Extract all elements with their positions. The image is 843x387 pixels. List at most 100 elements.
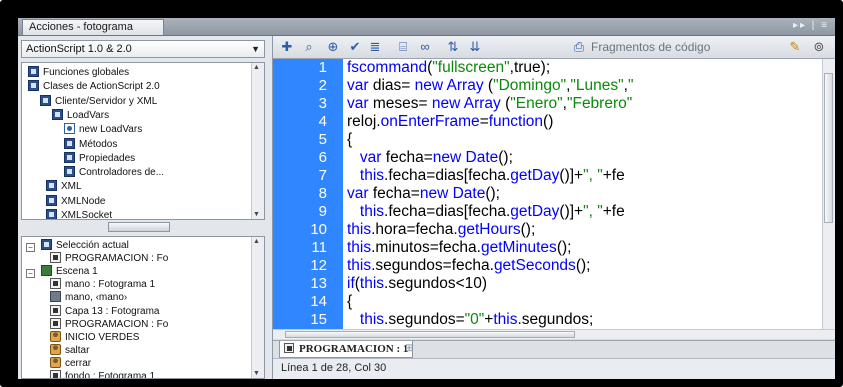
editor-vertical-scrollbar[interactable] [822,59,835,329]
scene-icon [41,265,52,277]
code-line[interactable]: this.segundos=fecha.getSeconds(); [347,257,590,275]
code-line[interactable]: { [347,131,352,149]
code-line[interactable]: var dias= new Array ("Domingo","Lunes"," [347,77,634,95]
line-number-gutter: 1 2 3 4 5 6 7 8 9 10 11 12 13 14 15 [273,59,343,329]
line-number: 4 [318,113,327,130]
title-bar: Acciones - fotograma ▸▸ | ≡ [18,18,835,36]
line-number: 6 [318,149,327,166]
panel-splitter[interactable] [108,222,170,232]
expand-toggle-icon[interactable]: − [26,243,35,252]
navigator-item-label: Selección actual [56,240,129,251]
code-line[interactable]: this.fecha=dias[fecha.getDay()]+", "+fe [347,203,625,221]
library-item-label: Clases de ActionScript 2.0 [43,81,160,93]
code-line[interactable]: reloj.onEnterFrame=function() [347,113,553,131]
help-icon[interactable]: ⊚ [811,39,827,55]
scroll-thumb[interactable] [824,73,833,223]
line-number: 10 [310,221,327,238]
library-item[interactable]: new LoadVars [64,122,264,137]
line-number: 3 [318,95,327,112]
book-icon [28,80,39,92]
add-statement-icon[interactable]: ✚ [279,39,295,55]
code-area[interactable]: fscommand("fullscreen",true); var dias= n… [343,59,823,329]
navigator-item-label: mano : Fotograma 1 [65,279,156,291]
expand-icon[interactable]: ⇊ [467,39,483,55]
book-icon [52,108,63,120]
library-item[interactable]: Cliente/Servidor y XML [40,94,264,109]
target-icon[interactable]: ⊕ [325,39,341,55]
cursor-position: Línea 1 de 28, Col 30 [281,362,387,374]
button-icon [50,343,61,355]
code-hint-icon[interactable]: ⌸ [395,39,411,55]
library-item[interactable]: Propiedades [64,151,264,166]
library-item[interactable]: Controladores de... [64,165,264,180]
debug-options-icon[interactable]: ∞ [417,39,433,55]
line-number: 2 [318,77,327,94]
library-item-label: LoadVars [67,109,110,121]
wand-icon[interactable]: ✎ [787,39,803,55]
actionscript-version-select[interactable]: ActionScript 1.0 & 2.0 ▼ [21,40,265,58]
code-line[interactable]: this.minutos=fecha.getMinutes(); [347,239,571,257]
script-editor[interactable]: 1 2 3 4 5 6 7 8 9 10 11 12 13 14 15 fscommand("fullscr… [273,59,835,339]
library-item[interactable]: Métodos [64,137,264,152]
navigator-item-label: PROGRAMACION : Fo [65,253,169,265]
panel-title-tab[interactable]: Acciones - fotograma [22,19,164,35]
library-item-label: XML [61,181,82,193]
library-item[interactable]: XML [46,179,264,194]
button-icon [50,356,61,368]
code-line[interactable]: this.fecha=dias[fecha.getDay()]+", "+fe [347,167,625,185]
code-line[interactable]: var meses= new Array ("Enero","Febrero" [347,95,632,113]
panel-menu-icon[interactable]: ▸▸ | ≡ [793,20,829,31]
frame-icon [284,343,294,353]
library-item-label: Cliente/Servidor y XML [55,95,158,107]
script-navigator-tree[interactable]: ▲ ▼ − Selección actual PROGRAMACION : Fo − E… [21,236,265,379]
library-item[interactable]: Clases de ActionScript 2.0 [28,79,258,94]
navigator-item[interactable]: fondo : Fotograma 1 [50,369,264,378]
version-select-value: ActionScript 1.0 & 2.0 [26,43,132,55]
fragments-icon[interactable]: ⎙ [571,39,587,55]
library-item-label: Funciones globales [43,67,130,78]
movieclip-icon [50,291,61,303]
library-item[interactable]: LoadVars [52,108,264,123]
line-number: 11 [311,239,327,256]
code-line[interactable]: this.hora=fecha.getHours(); [347,221,535,239]
line-number: 12 [310,257,327,274]
left-column: ActionScript 1.0 & 2.0 ▼ ▲ ▼ Funciones g… [18,36,273,379]
code-line[interactable]: { [347,293,352,311]
expand-toggle-icon[interactable]: − [26,269,35,279]
library-item[interactable]: XMLSocket [46,208,264,219]
editor-horizontal-scrollbar[interactable] [273,329,835,339]
code-line[interactable]: var fecha=new Date(); [347,185,500,203]
script-tab[interactable]: PROGRAMACION : 1 [279,341,414,358]
library-item[interactable]: Funciones globales [28,65,258,80]
code-line[interactable]: var fecha=new Date(); [347,149,513,167]
collapse-icon[interactable]: ⇅ [445,39,461,55]
navigator-item-label: Capa 13 : Fotograma [65,305,160,317]
chevron-down-icon: ▼ [251,44,260,54]
method-icon [64,123,75,135]
book-icon [28,66,39,77]
code-line[interactable]: if(this.segundos<10) [347,275,487,293]
library-item-label: Propiedades [79,152,136,164]
line-number: 9 [318,203,327,220]
code-fragments-button[interactable]: Fragmentos de código [591,39,710,55]
frame-icon [50,304,61,316]
scroll-thumb[interactable] [285,331,575,338]
line-number: 15 [310,311,327,328]
navigator-item-label: cerrar [65,357,92,369]
code-line[interactable]: this.segundos="0"+this.segundos; [347,311,593,329]
auto-format-icon[interactable]: ≣ [367,39,383,55]
line-number: 14 [310,293,327,310]
frame-icon [50,252,61,264]
frame-icon [50,370,61,378]
library-item[interactable]: XMLNode [46,194,264,209]
book-icon [46,209,57,219]
pin-icon[interactable]: ⊞ [405,343,413,354]
library-item-label: Controladores de... [79,167,165,179]
status-bar: Línea 1 de 28, Col 30 [273,358,835,379]
check-syntax-icon[interactable]: ✔ [347,39,363,55]
navigator-item-label: INICIO VERDES [65,331,140,343]
navigator-item-label: PROGRAMACION : Fo [65,318,169,330]
find-icon[interactable]: ⌕ [301,39,317,55]
actions-library-tree[interactable]: ▲ ▼ Funciones globales Clases de ActionSc… [21,62,265,220]
code-line[interactable]: fscommand("fullscreen",true); [347,59,550,77]
